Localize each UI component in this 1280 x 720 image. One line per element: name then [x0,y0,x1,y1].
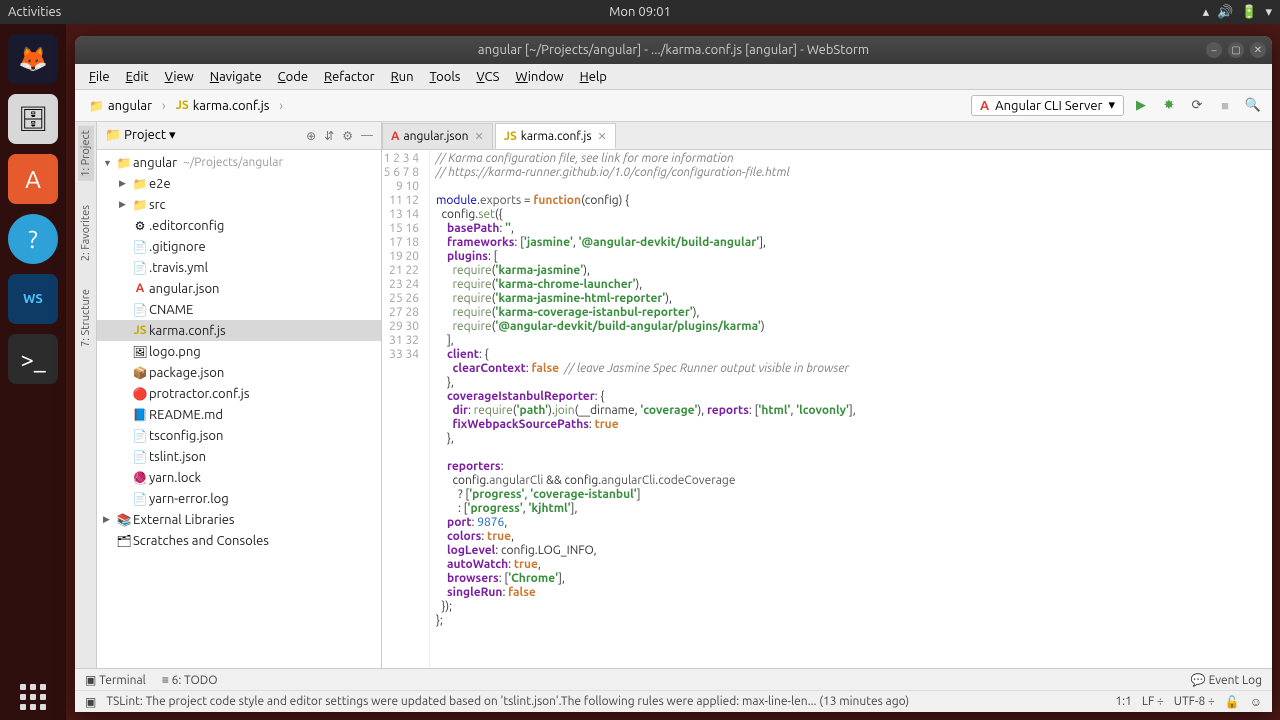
menu-file[interactable]: File [83,68,116,86]
settings-icon[interactable]: ⚙ [342,129,353,143]
dock-apps-grid[interactable] [20,684,46,710]
activities[interactable]: Activities [8,5,61,19]
status-caret-pos[interactable]: 1:1 [1115,695,1132,709]
status-encoding[interactable]: UTF-8 ÷ [1174,695,1215,709]
tool-todo[interactable]: ≡ 6: TODO [162,673,218,687]
dock: 🦊 🗄 A ? WS >_ [0,24,66,720]
volume-icon[interactable]: 🔊 [1217,5,1233,20]
sidebar-tab-favorites[interactable]: 2: Favorites [78,201,94,265]
tree-file-yarn-lock[interactable]: 🧶yarn.lock [97,467,381,488]
tree-file-karma-conf-js[interactable]: JSkarma.conf.js [97,320,381,341]
window-title: angular [~/Projects/angular] - .../karma… [478,43,869,57]
tree-file--gitignore[interactable]: 📄.gitignore [97,236,381,257]
tab-close-icon[interactable]: ✕ [475,130,484,143]
menu-navigate[interactable]: Navigate [204,68,268,86]
menu-refactor[interactable]: Refactor [318,68,381,86]
tree-root[interactable]: ▼📁angular~/Projects/angular [97,152,381,173]
tree-file-tslint-json[interactable]: 📄tslint.json [97,446,381,467]
dock-firefox[interactable]: 🦊 [8,34,58,84]
tab-angular-json[interactable]: Aangular.json✕ [382,123,493,149]
code-editor[interactable]: // Karma configuration file, see link fo… [430,150,1272,668]
editor-tabs: Aangular.json✕JSkarma.conf.js✕ [382,122,1272,150]
tool-terminal[interactable]: ▣ Terminal [85,673,146,687]
locate-icon[interactable]: ⊕ [306,129,316,143]
maximize-button[interactable]: ▢ [1228,42,1244,58]
tree-file--travis-yml[interactable]: 📄.travis.yml [97,257,381,278]
tree-file-package-json[interactable]: 📦package.json [97,362,381,383]
menu-help[interactable]: Help [574,68,613,86]
coverage-button[interactable]: ⟳ [1186,95,1208,117]
project-tree[interactable]: ▼📁angular~/Projects/angular▶📁e2e▶📁src⚙.e… [97,150,381,668]
tree-scratches[interactable]: 🗂Scratches and Consoles [97,530,381,551]
sidebar-tab-project[interactable]: 1: Project [78,126,94,181]
close-button[interactable]: ✕ [1250,42,1266,58]
sidebar-tab-structure[interactable]: 7: Structure [78,285,94,351]
status-lock-icon[interactable]: 🔓 [1225,695,1240,709]
project-panel-title[interactable]: 📁 Project ▾ [105,128,175,143]
tree-file-protractor-conf-js[interactable]: 🔴protractor.conf.js [97,383,381,404]
status-line-sep[interactable]: LF ÷ [1142,695,1164,709]
power-icon[interactable]: ▾ [1265,5,1272,20]
run-button[interactable]: ▶ [1130,95,1152,117]
breadcrumb-file[interactable]: JSkarma.conf.js [170,97,276,115]
battery-icon[interactable]: 🔋 [1241,5,1257,20]
tab-karma-conf-js[interactable]: JSkarma.conf.js✕ [495,123,616,149]
tree-file--editorconfig[interactable]: ⚙.editorconfig [97,215,381,236]
run-config-selector[interactable]: AAngular CLI Server▾ [971,95,1124,116]
menu-edit[interactable]: Edit [120,68,155,86]
status-indicator-icon[interactable]: ▣ [85,695,96,709]
collapse-icon[interactable]: ⇵ [324,129,334,143]
dock-help[interactable]: ? [8,214,58,264]
menu-tools[interactable]: Tools [424,68,467,86]
dock-webstorm[interactable]: WS [8,274,58,324]
tree-file-angular-json[interactable]: Aangular.json [97,278,381,299]
webstorm-window: angular [~/Projects/angular] - .../karma… [75,36,1272,712]
dock-files[interactable]: 🗄 [8,94,58,144]
tree-dir-src[interactable]: ▶📁src [97,194,381,215]
breadcrumb-root[interactable]: 📁angular [83,97,158,115]
minimize-button[interactable]: – [1206,42,1222,58]
tree-dir-e2e[interactable]: ▶📁e2e [97,173,381,194]
network-icon[interactable]: ▴ [1203,5,1210,20]
tab-close-icon[interactable]: ✕ [598,130,607,143]
stop-button[interactable]: ■ [1214,95,1236,117]
tree-file-logo-png[interactable]: 🖼logo.png [97,341,381,362]
hide-icon[interactable]: — [361,129,373,143]
debug-button[interactable]: ✸ [1158,95,1180,117]
tree-file-tsconfig-json[interactable]: 📄tsconfig.json [97,425,381,446]
menu-code[interactable]: Code [272,68,314,86]
tool-eventlog[interactable]: 💬 Event Log [1191,673,1262,687]
status-inspector-icon[interactable]: ☺ [1250,695,1262,709]
search-button[interactable]: 🔍 [1242,95,1264,117]
tree-external-libraries[interactable]: ▶📚External Libraries [97,509,381,530]
tree-file-README-md[interactable]: 📘README.md [97,404,381,425]
status-message: TSLint: The project code style and edito… [106,695,909,708]
breadcrumb: 📁angular › JSkarma.conf.js › [83,97,283,115]
gutter: 1 2 3 4 5 6 7 8 9 10 11 12 13 14 15 16 1… [382,150,430,668]
titlebar[interactable]: angular [~/Projects/angular] - .../karma… [75,36,1272,64]
menu-view[interactable]: View [159,68,200,86]
dock-software[interactable]: A [8,154,58,204]
menu-run[interactable]: Run [385,68,420,86]
menu-window[interactable]: Window [509,68,569,86]
menubar: FileEditViewNavigateCodeRefactorRunTools… [75,64,1272,90]
menu-vcs[interactable]: VCS [470,68,505,86]
tree-file-CNAME[interactable]: 📄CNAME [97,299,381,320]
dock-terminal[interactable]: >_ [8,334,58,384]
clock[interactable]: Mon 09:01 [609,5,671,19]
tree-file-yarn-error-log[interactable]: 📄yarn-error.log [97,488,381,509]
